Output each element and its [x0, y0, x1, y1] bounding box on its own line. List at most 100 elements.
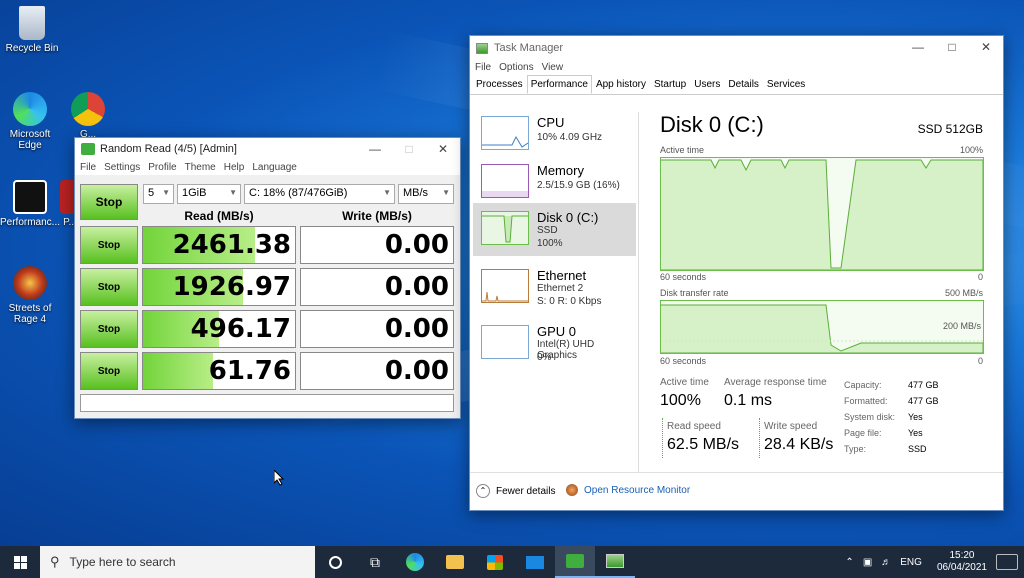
perf-item-memory[interactable]: Memory 2.5/15.9 GB (16%)	[473, 156, 636, 209]
tm-menubar: File Options View	[470, 60, 1003, 75]
read-speed-label: Read speed	[667, 421, 721, 432]
search-box[interactable]: ⚲ Type here to search	[40, 546, 315, 578]
active-time-graph-label: Active time	[660, 145, 705, 155]
minimize-button[interactable]: —	[358, 138, 392, 160]
chevron-down-icon: ▼	[442, 188, 450, 197]
bench-menubar: File Settings Profile Theme Help Languag…	[75, 160, 460, 175]
write-result: 0.00	[300, 268, 454, 306]
unit-select[interactable]: MB/s ▼	[398, 184, 454, 204]
perf-item-disk[interactable]: Disk 0 (C:) SSD 100%	[473, 203, 636, 256]
taskbar: ⚲ Type here to search ⧉ ⌃ ▣ ♬ ENG 15:20 …	[0, 546, 1024, 578]
taskbar-edge[interactable]	[395, 546, 435, 578]
transfer-graph-xright: 0	[977, 356, 983, 366]
chevron-up-icon[interactable]: ⌃	[845, 557, 853, 568]
app-icon	[81, 143, 95, 155]
clock[interactable]: 15:20 06/04/2021	[937, 550, 987, 574]
volume-icon[interactable]: ♬	[881, 557, 891, 568]
perf-item-ethernet[interactable]: Ethernet Ethernet 2 S: 0 R: 0 Kbps	[473, 261, 636, 314]
transfer-graph-xleft: 60 seconds	[660, 356, 707, 366]
transfer-graph-mid: 200 MB/s	[942, 321, 981, 331]
menu-language[interactable]: Language	[252, 162, 297, 173]
menu-file[interactable]: File	[475, 62, 491, 73]
close-button[interactable]: ✕	[426, 138, 460, 160]
menu-file[interactable]: File	[80, 162, 96, 173]
disk-model: SSD 512GB	[917, 122, 983, 136]
tab-app-history[interactable]: App history	[592, 75, 650, 94]
drive-select[interactable]: C: 18% (87/476GiB) ▼	[244, 184, 395, 204]
minimize-button[interactable]: —	[901, 36, 935, 60]
chevron-down-icon: ▼	[162, 188, 170, 197]
desktop-icon-chrome[interactable]: G...	[58, 92, 118, 140]
write-result: 0.00	[300, 310, 454, 348]
write-header: Write (MB/s)	[342, 209, 412, 223]
performance-test-icon	[13, 180, 47, 214]
mail-icon	[526, 555, 544, 569]
taskbar-mail[interactable]	[515, 546, 555, 578]
write-speed-label: Write speed	[764, 421, 818, 432]
write-result: 0.00	[300, 226, 454, 264]
test-size-select[interactable]: 1GiB ▼	[177, 184, 241, 204]
taskbar-task-manager[interactable]	[595, 546, 635, 578]
active-time-graph-max: 100%	[959, 145, 983, 155]
menu-settings[interactable]: Settings	[104, 162, 140, 173]
comment-input[interactable]	[80, 394, 454, 412]
open-resource-monitor-link[interactable]: Open Resource Monitor	[566, 484, 690, 496]
notification-icon[interactable]	[996, 554, 1018, 570]
tab-details[interactable]: Details	[724, 75, 763, 94]
maximize-button[interactable]: □	[392, 138, 426, 160]
taskbar-store[interactable]	[475, 546, 515, 578]
task-manager-window: Task Manager — □ ✕ File Options View Pro…	[469, 35, 1004, 511]
fewer-details-button[interactable]: ⌃ Fewer details	[476, 484, 555, 498]
language-indicator[interactable]: ENG	[900, 557, 922, 568]
disk-benchmark-window: Random Read (4/5) [Admin] — □ ✕ File Set…	[74, 137, 461, 419]
task-view-button[interactable]: ⧉	[355, 546, 395, 578]
perf-item-gpu[interactable]: GPU 0 Intel(R) UHD Graphics 0%	[473, 317, 636, 370]
disk-properties-keys: Capacity: Formatted: System disk: Page file…	[844, 380, 896, 454]
maximize-button[interactable]: □	[935, 36, 969, 60]
benchmark-icon	[566, 554, 584, 568]
taskbar-disk-benchmark[interactable]	[555, 546, 595, 578]
menu-profile[interactable]: Profile	[148, 162, 176, 173]
tab-users[interactable]: Users	[690, 75, 724, 94]
cpu-thumb-graph	[481, 116, 529, 150]
row-stop-button[interactable]: Stop	[80, 310, 138, 348]
chevron-down-icon: ▼	[229, 188, 237, 197]
network-icon[interactable]: ▣	[863, 557, 872, 568]
close-button[interactable]: ✕	[969, 36, 1003, 60]
active-time-label: Active time	[660, 377, 709, 388]
desktop-icon-edge[interactable]: Microsoft Edge	[0, 92, 62, 151]
start-button[interactable]	[0, 546, 40, 578]
menu-options[interactable]: Options	[499, 62, 533, 73]
menu-help[interactable]: Help	[224, 162, 245, 173]
active-time-graph	[660, 157, 984, 271]
row-stop-button[interactable]: Stop	[80, 268, 138, 306]
desktop-icon-streets-of-rage[interactable]: Streets of Rage 4	[0, 266, 62, 325]
resource-monitor-icon	[566, 484, 578, 496]
taskbar-file-explorer[interactable]	[435, 546, 475, 578]
row-stop-button[interactable]: Stop	[80, 352, 138, 390]
menu-theme[interactable]: Theme	[185, 162, 216, 173]
tab-services[interactable]: Services	[763, 75, 809, 94]
perf-item-cpu[interactable]: CPU 10% 4.09 GHz	[473, 108, 636, 161]
active-time-value: 100%	[660, 392, 701, 409]
recycle-bin-icon	[19, 6, 45, 40]
desktop-icon-performance[interactable]: Performanc...	[0, 180, 62, 228]
windows-logo-icon	[13, 555, 27, 569]
tab-processes[interactable]: Processes	[472, 75, 527, 94]
memory-thumb-graph	[481, 164, 529, 198]
game-icon	[13, 266, 47, 300]
read-header: Read (MB/s)	[184, 209, 254, 223]
cortana-icon	[328, 555, 342, 569]
row-stop-button[interactable]: Stop	[80, 226, 138, 264]
tab-performance[interactable]: Performance	[526, 75, 592, 94]
tab-startup[interactable]: Startup	[650, 75, 690, 94]
test-count-select[interactable]: 5 ▼	[143, 184, 174, 204]
read-result: 1926.97	[142, 268, 296, 306]
tm-titlebar: Task Manager — □ ✕	[470, 36, 1003, 60]
desktop: Recycle Bin Microsoft Edge G... Performa…	[0, 0, 1024, 546]
cortana-button[interactable]	[315, 546, 355, 578]
write-result: 0.00	[300, 352, 454, 390]
menu-view[interactable]: View	[542, 62, 564, 73]
desktop-icon-recycle-bin[interactable]: Recycle Bin	[0, 6, 64, 54]
stop-all-button[interactable]: Stop	[80, 184, 138, 220]
